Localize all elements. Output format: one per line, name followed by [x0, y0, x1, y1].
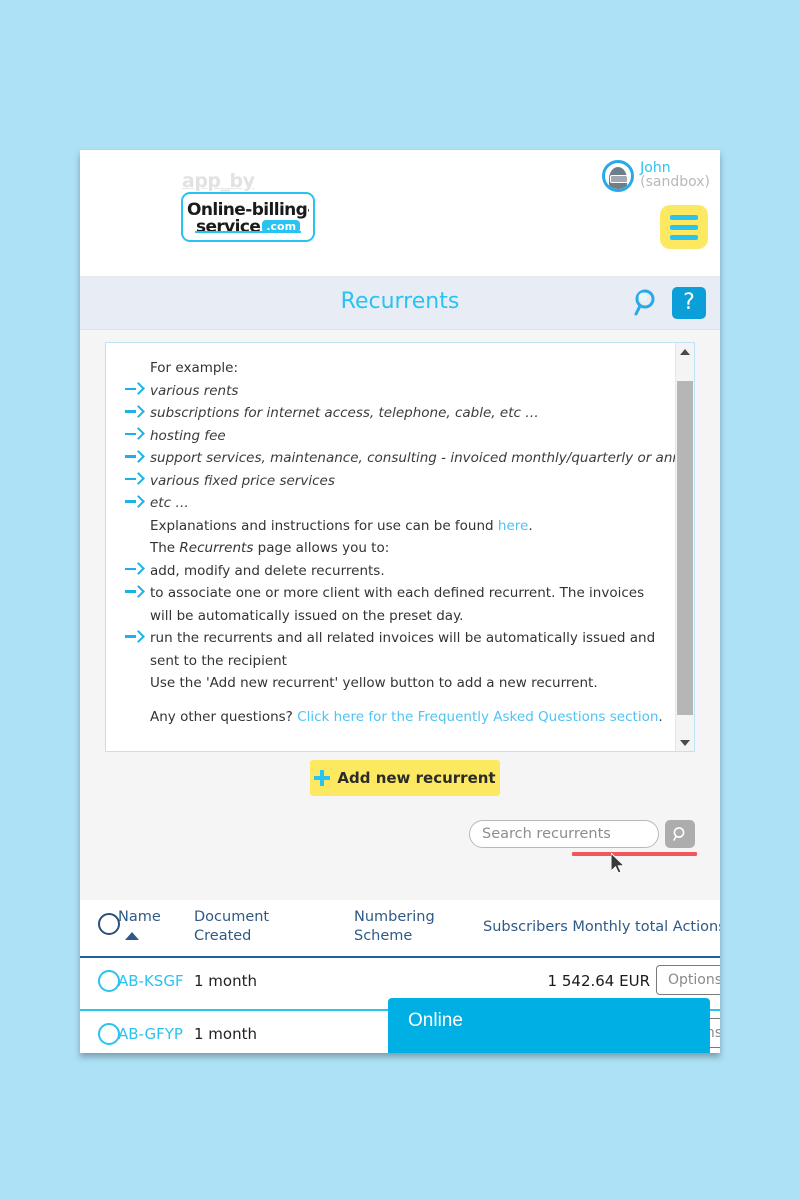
explanations-suffix: .	[528, 517, 533, 534]
user-name: John	[640, 160, 671, 176]
faq-suffix: .	[658, 708, 663, 725]
allows-line: The Recurrents page allows you to:	[120, 537, 666, 560]
allows-suffix: page allows you to:	[253, 540, 390, 556]
column-header-numbering-scheme-line1: Numbering	[354, 909, 435, 925]
user-chip[interactable]: John (sandbox)	[602, 160, 710, 192]
select-all-toggle[interactable]	[98, 913, 120, 935]
help-button[interactable]: ?	[672, 287, 706, 319]
logo-service-text: service	[195, 217, 261, 237]
logo-underline	[195, 231, 301, 233]
logo-inner: Online-billing- service .com	[186, 197, 310, 237]
allows-prefix: The	[150, 540, 180, 556]
add-new-recurrent-button[interactable]: Add new recurrent	[310, 760, 500, 796]
explanations-prefix: Explanations and instructions for use ca…	[150, 517, 498, 534]
info-panel-scrollbar[interactable]	[675, 343, 694, 751]
add-new-recurrent-label: Add new recurrent	[337, 769, 496, 787]
online-chat-widget[interactable]: Online	[388, 998, 710, 1053]
search-input[interactable]	[469, 820, 659, 848]
explanations-line: Explanations and instructions for use ca…	[120, 515, 666, 538]
info-line: etc …	[120, 492, 666, 515]
column-header-document-created-line2: Created	[194, 928, 252, 944]
column-header-document-created[interactable]: Document Created	[194, 908, 269, 946]
column-header-numbering-scheme[interactable]: Numbering Scheme	[354, 908, 435, 946]
page-title: Recurrents	[340, 289, 460, 314]
info-line: hosting fee	[120, 425, 666, 448]
magnifier-icon[interactable]	[632, 288, 662, 318]
scrollbar-thumb[interactable]	[677, 381, 693, 715]
user-avatar-icon[interactable]	[602, 160, 635, 192]
info-line: subscriptions for internet access, telep…	[120, 402, 666, 425]
faq-line: Any other questions? Click here for the …	[120, 706, 666, 729]
search-button[interactable]	[665, 820, 695, 848]
info-line: various fixed price services	[120, 470, 666, 493]
scroll-down-arrow-icon[interactable]	[676, 734, 694, 751]
page-title-bar: Recurrents ?	[80, 277, 720, 330]
row-select-toggle[interactable]	[98, 1023, 120, 1045]
row-name-link[interactable]: AB-GFYP	[118, 1025, 183, 1043]
row-options-button[interactable]: Options	[656, 965, 720, 995]
search-area	[469, 820, 695, 848]
app-by-label: app_by	[182, 170, 255, 192]
scroll-up-arrow-icon[interactable]	[676, 343, 694, 360]
chat-status-label: Online	[408, 1010, 463, 1031]
faq-link[interactable]: Click here for the Frequently Asked Ques…	[297, 709, 658, 725]
use-button-note: Use the 'Add new recurrent' yellow butto…	[150, 675, 598, 691]
user-names: John (sandbox)	[640, 160, 710, 189]
info-line: support services, maintenance, consultin…	[120, 447, 676, 470]
hamburger-bar-2	[670, 224, 698, 230]
row-monthly-total: 1 542.64 EUR	[547, 972, 650, 990]
column-header-name[interactable]: Name	[118, 908, 161, 927]
row-document-created: 1 month	[194, 972, 257, 990]
faq-prefix: Any other questions?	[150, 708, 298, 725]
hamburger-bar-1	[670, 214, 698, 220]
online-billing-service-logo[interactable]: Online-billing- service .com	[181, 192, 315, 242]
info-bullet: add, modify and delete recurrents.	[120, 560, 666, 583]
table-header-row: Name Document Created Numbering Scheme S…	[80, 900, 720, 958]
info-panel-content: For example: various rents subscriptions…	[106, 343, 676, 751]
app-window: app_by Online-billing- service .com John …	[80, 150, 720, 1053]
hamburger-menu-icon[interactable]	[660, 205, 708, 249]
hamburger-bar-3	[670, 234, 698, 240]
info-panel: For example: various rents subscriptions…	[105, 342, 695, 752]
user-environment-label: (sandbox)	[640, 174, 710, 190]
info-line: For example:	[150, 360, 239, 376]
search-highlight-underline	[572, 852, 697, 856]
info-line: various rents	[120, 380, 666, 403]
row-select-toggle[interactable]	[98, 970, 120, 992]
magnifier-icon	[673, 827, 685, 841]
row-document-created: 1 month	[194, 1025, 257, 1043]
row-name-link[interactable]: AB-KSGF	[118, 972, 184, 990]
page-body: For example: various rents subscriptions…	[80, 330, 720, 900]
info-bullet: run the recurrents and all related invoi…	[120, 627, 666, 672]
column-header-tail-group[interactable]: Subscribers Monthly total Actions	[483, 918, 720, 937]
recurrents-emphasis: Recurrents	[179, 540, 254, 556]
column-header-document-created-line1: Document	[194, 909, 270, 925]
column-header-numbering-scheme-line2: Scheme	[354, 928, 413, 944]
plus-icon	[314, 770, 331, 786]
info-bullet: to associate one or more client with eac…	[120, 582, 666, 627]
here-link[interactable]: here	[498, 518, 528, 534]
logo-line-2: service .com	[187, 217, 309, 237]
brand-header: app_by Online-billing- service .com John …	[80, 150, 720, 277]
sort-ascending-icon[interactable]	[125, 932, 139, 940]
